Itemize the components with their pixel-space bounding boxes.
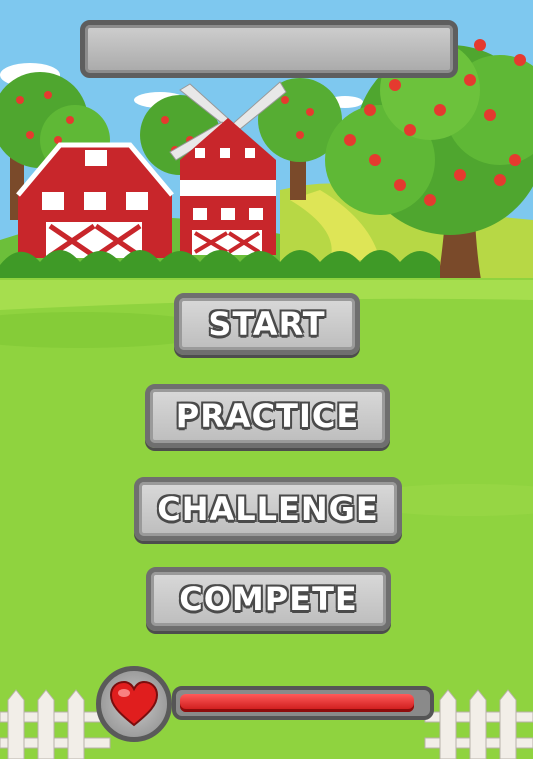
start-button[interactable]: START	[174, 293, 360, 355]
title-plate	[80, 20, 458, 78]
practice-button-label: PRACTICE	[175, 397, 360, 435]
health-bar	[172, 686, 434, 720]
compete-button[interactable]: COMPETE	[146, 567, 391, 631]
health-bar-fill	[180, 694, 414, 712]
heart-icon	[109, 681, 159, 727]
heart-badge	[96, 666, 172, 742]
start-button-label: START	[208, 305, 326, 343]
farm-background	[0, 0, 533, 759]
practice-button[interactable]: PRACTICE	[145, 384, 390, 448]
challenge-button[interactable]: CHALLENGE	[134, 477, 402, 541]
compete-button-label: COMPETE	[179, 580, 358, 618]
challenge-button-label: CHALLENGE	[157, 490, 379, 528]
